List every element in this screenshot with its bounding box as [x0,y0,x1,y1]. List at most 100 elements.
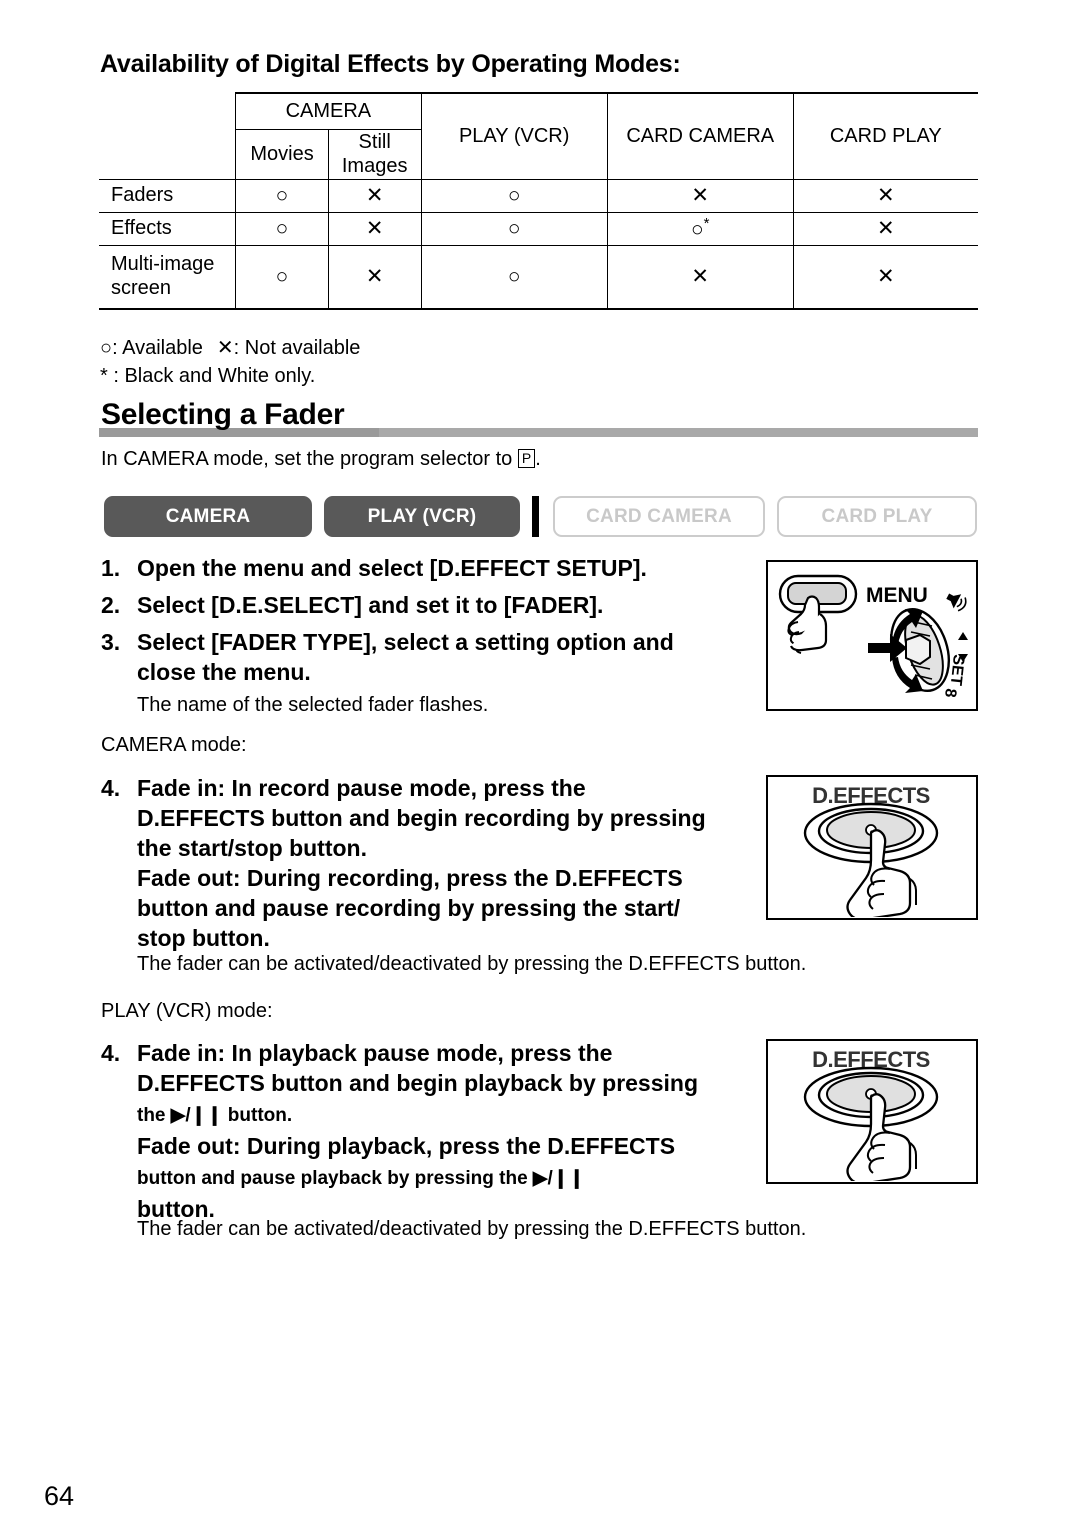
mode-badge-card-play[interactable]: CARD PLAY [777,496,977,537]
legend-available-symbol: ○ [100,337,113,359]
step-number: 4. [101,1040,121,1066]
header-card-play: CARD PLAY [792,92,978,180]
mode-badge-camera[interactable]: CAMERA [104,496,312,537]
step-text: Select [FADER TYPE], select a setting op… [137,627,761,687]
legend-not-available-text: : Not available [233,337,361,359]
cell-multi-play-vcr: ○ [420,245,608,310]
row-label-effects: Effects [99,212,237,246]
header-movies: Movies [235,129,329,180]
mode-badge-row: CAMERA PLAY (VCR) CARD CAMERA CARD PLAY [104,496,977,537]
program-selector-instruction: In CAMERA mode, set the program selector… [101,448,541,471]
step-line: D.EFFECTS button and begin recording by … [137,805,706,831]
step-text: Open the menu and select [D.EFFECT SETUP… [137,555,647,581]
cell-faders-movies: ○ [235,179,329,213]
cell-faders-play-vcr: ○ [420,179,608,213]
header-still-images-line2: Images [341,154,408,177]
table-row: Faders ○ ✕ ○ ✕ ✕ [99,179,978,213]
page-number: 64 [44,1481,75,1511]
cell-effects-play-vcr: ○ [420,212,608,246]
camera-mode-note: The fader can be activated/deactivated b… [137,953,807,975]
table-row: Multi-image screen ○ ✕ ○ ✕ ✕ [99,245,978,310]
step-number: 2. [101,592,121,618]
step-item-4-camera: 4. Fade in: In record pause mode, press … [101,773,766,953]
cell-effects-card-play: ✕ [792,212,978,246]
step-line: D.EFFECTS button and begin playback by p… [137,1070,699,1096]
step-3-note: The name of the selected fader flashes. [137,694,489,716]
step-number: 4. [101,775,121,801]
row-label-faders: Faders [99,179,237,213]
step-text-line2: close the menu. [137,659,311,685]
menu-button-illustration: MENU SET 8 [766,560,978,711]
intro-text-after: . [535,448,541,470]
deffects-button-illustration-play: D.EFFECTS [766,1039,978,1184]
program-p-icon: P [517,449,536,468]
page-title: Selecting a Fader [101,398,345,431]
camera-mode-label: CAMERA mode: [101,734,247,756]
deffects-illustration-svg: D.EFFECTS [803,1047,939,1181]
step-text: Select [D.E.SELECT] and set it to [FADER… [137,592,604,618]
step-line: Fade in: In record pause mode, press the [137,775,586,801]
cell-effects-movies: ○ [235,212,329,246]
menu-label: MENU [866,584,928,607]
availability-table: CAMERA PLAY (VCR) CARD CAMERA CARD PLAY … [99,92,978,310]
document-page: Availability of Digital Effects by Opera… [0,0,1080,1534]
step-line: stop button. [137,925,270,951]
step-list-play-mode: 4. Fade in: In playback pause mode, pres… [101,1038,766,1224]
legend-footnote: * : Black and White only. [100,365,316,388]
cell-multi-card-play: ✕ [792,245,978,310]
step-list-main: 1. Open the menu and select [D.EFFECT SE… [101,553,761,719]
legend-available-text: : Available [112,337,203,359]
step-item-3: 3. Select [FADER TYPE], select a setting… [101,627,761,687]
step-line-play-pause: button and pause playback by pressing th… [137,1168,585,1189]
cell-faders-still: ✕ [327,179,422,213]
step-item-1: 1. Open the menu and select [D.EFFECT SE… [101,553,761,583]
cell-multi-movies: ○ [235,245,329,310]
mode-badge-play-vcr[interactable]: PLAY (VCR) [324,496,520,537]
cell-effects-still: ✕ [327,212,422,246]
availability-title: Availability of Digital Effects by Opera… [100,50,681,78]
step-item-2: 2. Select [D.E.SELECT] and set it to [FA… [101,590,761,620]
play-vcr-mode-label: PLAY (VCR) mode: [101,1000,273,1022]
step-list-camera-mode: 4. Fade in: In record pause mode, press … [101,773,766,953]
cell-faders-card-play: ✕ [792,179,978,213]
deffects-illustration-svg: D.EFFECTS [803,783,939,917]
row-label-multi-image-screen: Multi-image screen [99,245,237,310]
intro-text-before: In CAMERA mode, set the program selector… [101,448,518,470]
step-number: 1. [101,555,121,581]
table-row: Effects ○ ✕ ○ ○* ✕ [99,212,978,246]
header-card-camera: CARD CAMERA [606,92,794,180]
header-still-images-line1: Still [358,130,391,153]
row-label-line1: Multi-image [111,253,215,276]
table-corner-blank [99,93,237,180]
row-label-line2: screen [111,277,172,299]
play-mode-note: The fader can be activated/deactivated b… [137,1218,807,1240]
step-text: Fade in: In playback pause mode, press t… [137,1038,766,1224]
cell-effects-card-camera-footnote: * [703,215,710,233]
mode-badge-card-camera[interactable]: CARD CAMERA [553,496,765,537]
table-header-row-1: CAMERA PLAY (VCR) CARD CAMERA CARD PLAY [99,92,978,180]
table-legend: ○: Available ✕: Not available * : Black a… [100,334,360,391]
dial-lower-label: 8 [941,688,959,699]
mode-separator-bar [532,496,539,537]
cell-multi-card-camera: ✕ [606,245,794,310]
cell-effects-card-camera-mark: ○ [690,218,704,242]
menu-illustration-svg: MENU SET 8 [778,574,968,699]
header-camera-group: CAMERA [235,92,422,130]
step-line: the start/stop button. [137,835,367,861]
step-line: Fade out: During playback, press the D.E… [137,1133,676,1159]
step-line: button and pause recording by pressing t… [137,895,681,921]
cell-multi-still: ✕ [327,245,422,310]
step-item-4-play: 4. Fade in: In playback pause mode, pres… [101,1038,766,1224]
step-line: Fade in: In playback pause mode, press t… [137,1040,613,1066]
step-text: Fade in: In record pause mode, press the… [137,773,766,953]
legend-not-available-symbol: ✕ [216,337,234,359]
step-number: 3. [101,629,121,655]
header-play-vcr: PLAY (VCR) [420,92,608,180]
step-line-play-pause: the ▶/❙❙ button. [137,1105,293,1126]
step-line: Fade out: During recording, press the D.… [137,865,683,891]
header-still-images: Still Images [327,129,422,180]
cell-faders-card-camera: ✕ [606,179,794,213]
cell-effects-card-camera: ○* [606,212,794,246]
deffects-button-illustration-camera: D.EFFECTS [766,775,978,920]
step-text-line1: Select [FADER TYPE], select a setting op… [137,629,674,655]
